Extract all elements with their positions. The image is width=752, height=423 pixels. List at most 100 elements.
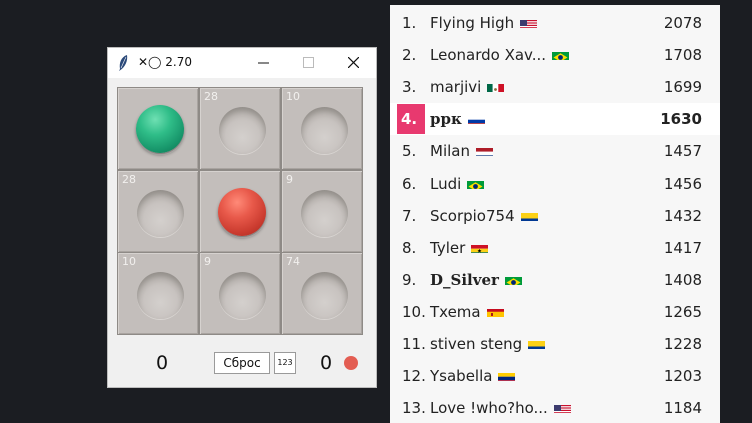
flag-mx-icon xyxy=(487,81,505,93)
title-bar[interactable]: ✕◯ 2.70 xyxy=(108,48,376,78)
flag-br-icon xyxy=(467,178,485,189)
player-score: 1708 xyxy=(663,46,702,65)
player-score: 1184 xyxy=(663,399,702,418)
player-name-text: Leonardo Xav... xyxy=(430,46,547,65)
leaderboard-row[interactable]: 9. D_Silver 1408 xyxy=(390,264,720,296)
flag-us-icon xyxy=(520,17,538,28)
flag-ru-icon xyxy=(467,113,485,125)
rank-number: 6. xyxy=(402,174,417,193)
game-board: 28 10 28 9 10 9 74 xyxy=(117,87,363,335)
player-name: stiven steng xyxy=(430,335,546,353)
cell-hole xyxy=(301,107,348,154)
player-score: 1457 xyxy=(663,142,702,161)
flag-br-icon xyxy=(504,274,522,285)
player-name: Milan xyxy=(430,142,493,160)
player-name-text: ррк xyxy=(430,110,462,129)
leaderboard-row[interactable]: 3. marjivi 1699 xyxy=(390,71,720,103)
player-name: Txema xyxy=(430,303,504,321)
flag-co-icon xyxy=(528,338,546,349)
turn-indicator xyxy=(344,356,358,370)
player-score: 1699 xyxy=(663,78,702,97)
player-score: 1203 xyxy=(663,367,702,386)
board-cell-9[interactable]: 74 xyxy=(282,253,362,334)
rank-number: 5. xyxy=(402,142,417,161)
player-score: 1417 xyxy=(663,238,702,257)
player-name-text: marjivi xyxy=(430,78,482,97)
cell-number: 28 xyxy=(122,173,136,186)
minimize-icon xyxy=(258,62,269,64)
cell-hole xyxy=(219,107,266,154)
player-name-text: Txema xyxy=(430,302,481,321)
leaderboard-row[interactable]: 1. Flying High 2078 xyxy=(390,7,720,39)
player-score: 1408 xyxy=(663,270,702,289)
player-score: 1228 xyxy=(663,335,702,353)
maximize-button[interactable] xyxy=(286,48,331,78)
board-cell-5[interactable] xyxy=(200,171,280,252)
board-cell-4[interactable]: 28 xyxy=(118,171,198,252)
player-name-text: D_Silver xyxy=(430,270,499,289)
board-cell-6[interactable]: 9 xyxy=(282,171,362,252)
board-cell-8[interactable]: 9 xyxy=(200,253,280,334)
cell-number: 9 xyxy=(204,255,211,268)
cell-number: 9 xyxy=(286,173,293,186)
rank-number: 9. xyxy=(402,270,417,289)
leaderboard-row[interactable]: 6. Ludi 1456 xyxy=(390,168,720,200)
leaderboard-row[interactable]: 11. stiven steng 1228 xyxy=(390,328,720,360)
board-cell-1[interactable] xyxy=(118,88,198,169)
player-score: 2078 xyxy=(663,14,702,32)
rank-highlight-badge: 4. xyxy=(397,104,425,135)
leaderboard-row[interactable]: 13. Love !who?ho... 1184 xyxy=(390,392,720,423)
flag-es-icon xyxy=(486,306,504,317)
cell-number: 28 xyxy=(204,90,218,103)
leaderboard-row[interactable]: 4. ррк 1630 xyxy=(390,103,720,136)
score-left: 0 xyxy=(155,352,169,374)
cell-hole xyxy=(137,272,184,319)
player-score: 1432 xyxy=(663,206,702,225)
player-name: Flying High xyxy=(430,14,538,32)
player-name: ррк xyxy=(430,110,485,128)
player-score: 1456 xyxy=(663,174,702,193)
board-cell-2[interactable]: 28 xyxy=(200,88,280,169)
minimize-button[interactable] xyxy=(241,48,286,78)
rank-number: 4. xyxy=(401,110,418,129)
player-name-text: Scorpio754 xyxy=(430,206,515,225)
player-name: D_Silver xyxy=(430,271,522,289)
player-name-text: stiven steng xyxy=(430,335,523,353)
leaderboard-row[interactable]: 12. Ysabella 1203 xyxy=(390,360,720,392)
flag-us-icon xyxy=(553,402,571,414)
rank-number: 7. xyxy=(402,206,417,225)
rank-number: 8. xyxy=(402,238,417,257)
rank-number: 2. xyxy=(402,46,417,65)
rank-number: 13. xyxy=(402,399,426,418)
maximize-icon xyxy=(303,57,314,68)
close-icon xyxy=(348,57,359,68)
board-cell-7[interactable]: 10 xyxy=(118,253,198,334)
player-name-text: Ysabella xyxy=(430,367,493,386)
reset-button[interactable]: Сброс xyxy=(214,352,270,374)
player-name: Love !who?ho... xyxy=(430,399,571,417)
player-name: marjivi xyxy=(430,78,505,97)
feather-icon xyxy=(119,55,128,71)
cell-number: 10 xyxy=(122,255,136,268)
leaderboard-row[interactable]: 8. Tyler 1417 xyxy=(390,232,720,264)
close-button[interactable] xyxy=(331,48,376,78)
player-name: Ysabella xyxy=(430,367,516,386)
cell-hole xyxy=(301,190,348,237)
leaderboard-row[interactable]: 7. Scorpio754 1432 xyxy=(390,200,720,232)
game-window: ✕◯ 2.70 28 10 28 9 10 9 74 0 Сброс 123 0 xyxy=(107,47,377,388)
rank-number: 10. xyxy=(402,302,426,321)
player-score: 1265 xyxy=(663,302,702,321)
board-cell-3[interactable]: 10 xyxy=(282,88,362,169)
leaderboard-row[interactable]: 10. Txema 1265 xyxy=(390,296,720,328)
player-name: Leonardo Xav... xyxy=(430,46,570,65)
flag-br-icon xyxy=(552,49,570,61)
rank-number: 3. xyxy=(402,78,417,97)
numbers-toggle-button[interactable]: 123 xyxy=(274,352,296,374)
leaderboard-row[interactable]: 2. Leonardo Xav... 1708 xyxy=(390,39,720,71)
leaderboard-row[interactable]: 5. Milan 1457 xyxy=(390,135,720,167)
cell-number: 10 xyxy=(286,90,300,103)
player-name: Tyler xyxy=(430,239,489,257)
cell-number: 74 xyxy=(286,255,300,268)
player-name-text: Ludi xyxy=(430,174,462,193)
cell-hole xyxy=(219,272,266,319)
